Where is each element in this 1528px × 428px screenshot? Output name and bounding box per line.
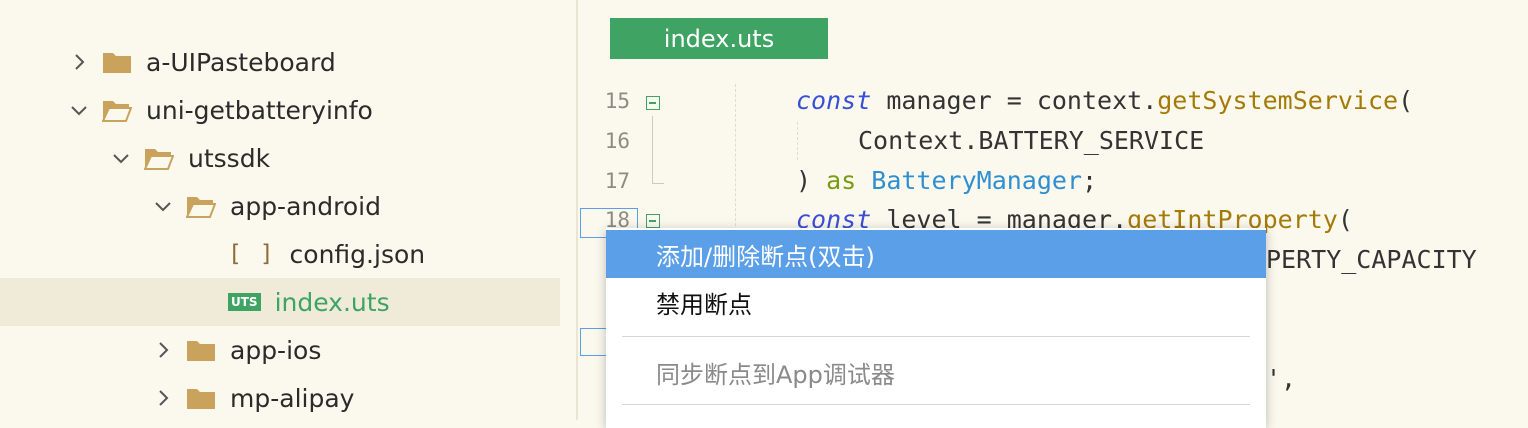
code-line-15[interactable]: const manager = context.getSystemService… bbox=[796, 86, 1413, 115]
folder-open-icon bbox=[102, 101, 132, 122]
tree-item-app-android[interactable]: app-android bbox=[0, 182, 560, 230]
tree-item-utssdk[interactable]: utssdk bbox=[0, 134, 560, 182]
code-text: ; bbox=[1082, 166, 1098, 195]
code-line-22[interactable]: ', bbox=[1266, 364, 1296, 393]
code-function: getSystemService bbox=[1157, 86, 1399, 115]
fold-line-end bbox=[652, 183, 664, 184]
tree-item-label: mp-alipay bbox=[230, 383, 355, 413]
folder-open-icon bbox=[186, 197, 216, 218]
fold-collapse-icon[interactable] bbox=[646, 214, 660, 228]
tree-item-index-uts[interactable]: UTS index.uts bbox=[0, 278, 560, 326]
line-number[interactable]: 15 bbox=[578, 89, 630, 113]
code-keyword: as bbox=[826, 166, 857, 195]
code-text: manager = context. bbox=[871, 86, 1158, 115]
menu-separator bbox=[622, 404, 1250, 405]
menu-item-disable-breakpoints[interactable]: 禁用断点 bbox=[606, 278, 1266, 326]
line-number[interactable]: 16 bbox=[578, 129, 630, 153]
code-text: ( bbox=[1398, 86, 1414, 115]
code-line-19[interactable]: PERTY_CAPACITY bbox=[1266, 245, 1477, 274]
tree-item-mp-alipay[interactable]: mp-alipay bbox=[0, 374, 560, 422]
menu-separator bbox=[622, 336, 1250, 337]
tree-item-app-ios[interactable]: app-ios bbox=[0, 326, 560, 374]
chevron-right-icon[interactable] bbox=[68, 51, 90, 73]
tree-item-label: app-ios bbox=[230, 335, 322, 365]
folder-icon bbox=[187, 389, 215, 409]
tree-item-label: index.uts bbox=[274, 287, 390, 317]
tab-index-uts[interactable]: index.uts bbox=[610, 18, 828, 59]
context-menu: 添加/删除断点(双击) 禁用断点 同步断点到App调试器 bbox=[606, 228, 1266, 428]
fold-collapse-icon[interactable] bbox=[646, 96, 660, 110]
code-type: BatteryManager bbox=[871, 166, 1082, 195]
tree-item-config-json[interactable]: [ ] config.json bbox=[0, 230, 560, 278]
folder-icon bbox=[187, 341, 215, 361]
tree-item-label: config.json bbox=[289, 239, 426, 269]
menu-item-toggle-breakpoint[interactable]: 添加/删除断点(双击) bbox=[606, 230, 1266, 278]
tree-item-label: utssdk bbox=[188, 143, 271, 173]
chevron-down-icon[interactable] bbox=[110, 147, 132, 169]
line-number[interactable]: 17 bbox=[578, 169, 630, 193]
chevron-right-icon[interactable] bbox=[152, 339, 174, 361]
json-file-icon: [ ] bbox=[228, 241, 276, 267]
chevron-right-icon[interactable] bbox=[152, 387, 174, 409]
fold-line bbox=[652, 116, 653, 184]
chevron-down-icon[interactable] bbox=[152, 195, 174, 217]
menu-item-sync-breakpoints[interactable]: 同步断点到App调试器 bbox=[606, 348, 1266, 396]
file-tree: a-UIPasteboard uni-getbatteryinfo utssdk… bbox=[0, 0, 560, 420]
folder-open-icon bbox=[144, 149, 174, 170]
code-keyword: const bbox=[796, 86, 872, 115]
code-text: ( bbox=[1337, 205, 1353, 234]
tree-item-label: app-android bbox=[230, 191, 381, 221]
folder-icon bbox=[103, 53, 131, 73]
tree-item-label: uni-getbatteryinfo bbox=[146, 95, 373, 125]
indent-guide bbox=[797, 122, 799, 160]
code-line-16[interactable]: Context.BATTERY_SERVICE bbox=[858, 126, 1204, 155]
code-text: ) bbox=[796, 166, 827, 195]
tree-item-uni-getbatteryinfo[interactable]: uni-getbatteryinfo bbox=[0, 86, 560, 134]
tree-item-a-uipasteboard[interactable]: a-UIPasteboard bbox=[0, 38, 560, 86]
uts-file-icon: UTS bbox=[228, 293, 261, 311]
tree-item-label: a-UIPasteboard bbox=[146, 47, 336, 77]
chevron-down-icon[interactable] bbox=[68, 99, 90, 121]
code-line-17[interactable]: ) as BatteryManager; bbox=[796, 166, 1097, 195]
